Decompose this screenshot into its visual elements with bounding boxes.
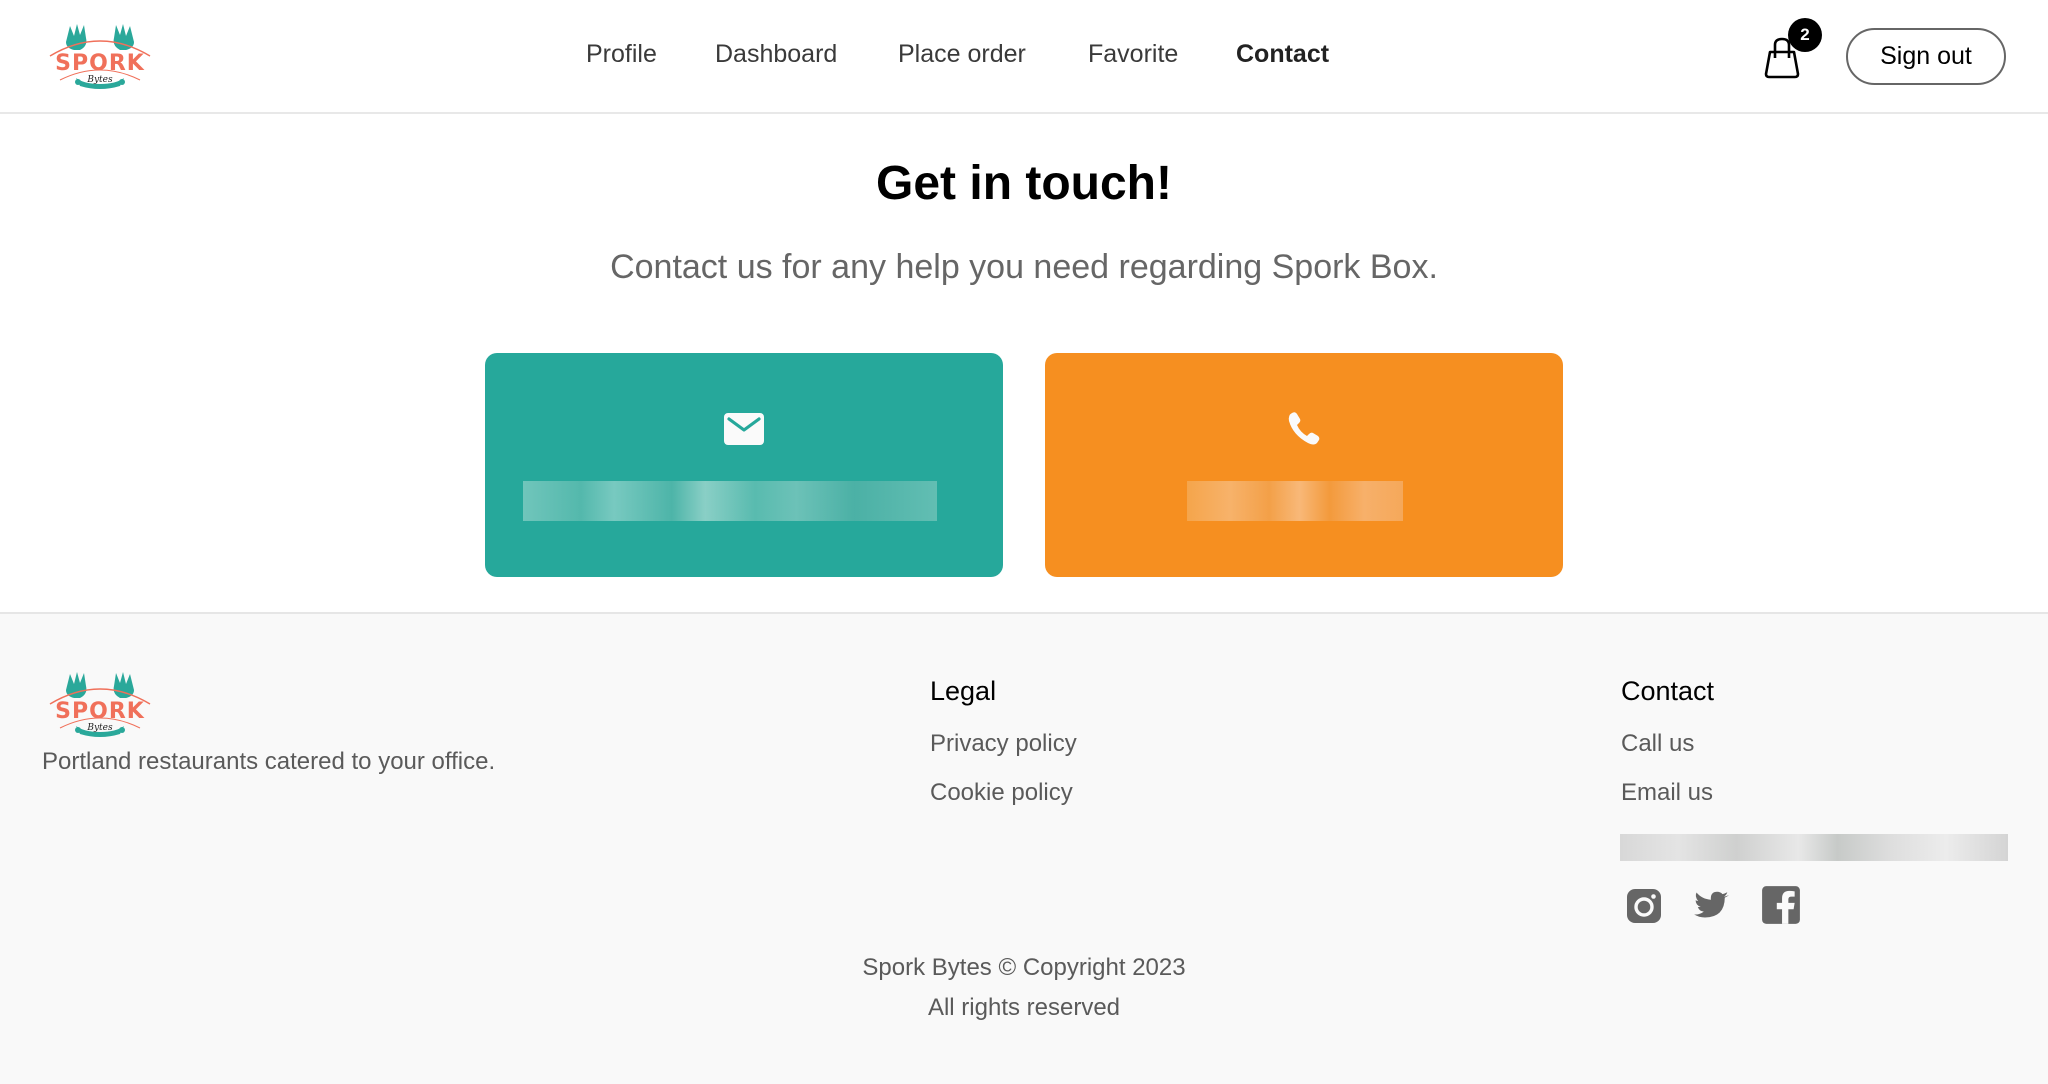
site-header: SPORK Bytes Profile Dashboard Place orde… [0, 0, 2048, 114]
email-us-link[interactable]: Email us [1621, 779, 1713, 807]
call-us-link[interactable]: Call us [1621, 730, 1694, 758]
page-subtitle: Contact us for any help you need regardi… [610, 248, 1438, 286]
cart-button[interactable]: 2 [1756, 14, 1826, 84]
copyright: Spork Bytes © Copyright 2023 All rights … [0, 948, 2048, 1028]
instagram-icon[interactable] [1624, 886, 1664, 926]
svg-text:SPORK: SPORK [55, 699, 145, 724]
nav-dashboard[interactable]: Dashboard [715, 40, 837, 69]
twitter-icon[interactable] [1692, 886, 1732, 926]
legal-heading: Legal [930, 676, 997, 706]
email-address-redacted [523, 481, 937, 521]
facebook-icon[interactable] [1760, 884, 1802, 926]
phone-icon [1288, 412, 1320, 445]
page-title: Get in touch! [876, 157, 1172, 210]
nav-contact[interactable]: Contact [1236, 40, 1329, 69]
copyright-line: Spork Bytes © Copyright 2023 [862, 954, 1186, 981]
svg-text:Bytes: Bytes [86, 75, 113, 85]
sign-out-button[interactable]: Sign out [1846, 28, 2006, 85]
footer-tagline: Portland restaurants catered to your off… [42, 748, 496, 775]
phone-number-redacted [1187, 481, 1403, 521]
cookie-policy-link[interactable]: Cookie policy [930, 779, 1073, 807]
contact-address-redacted [1620, 834, 2008, 861]
main-nav: Profile Dashboard Place order Favorite C… [0, 40, 2048, 76]
nav-profile[interactable]: Profile [586, 40, 657, 69]
svg-text:Bytes: Bytes [86, 723, 113, 733]
rights-reserved-line: All rights reserved [927, 994, 1121, 1021]
nav-place-order[interactable]: Place order [898, 40, 1026, 69]
site-footer: SPORK Bytes Portland restaurants catered… [0, 612, 2048, 1084]
nav-favorite[interactable]: Favorite [1088, 40, 1178, 69]
email-card[interactable] [485, 353, 1003, 577]
privacy-policy-link[interactable]: Privacy policy [930, 730, 1077, 758]
contact-heading: Contact [1621, 676, 1715, 706]
cart-count-badge: 2 [1788, 18, 1822, 52]
phone-card[interactable] [1045, 353, 1563, 577]
footer-logo: SPORK Bytes [44, 668, 156, 738]
envelope-icon [724, 413, 764, 445]
